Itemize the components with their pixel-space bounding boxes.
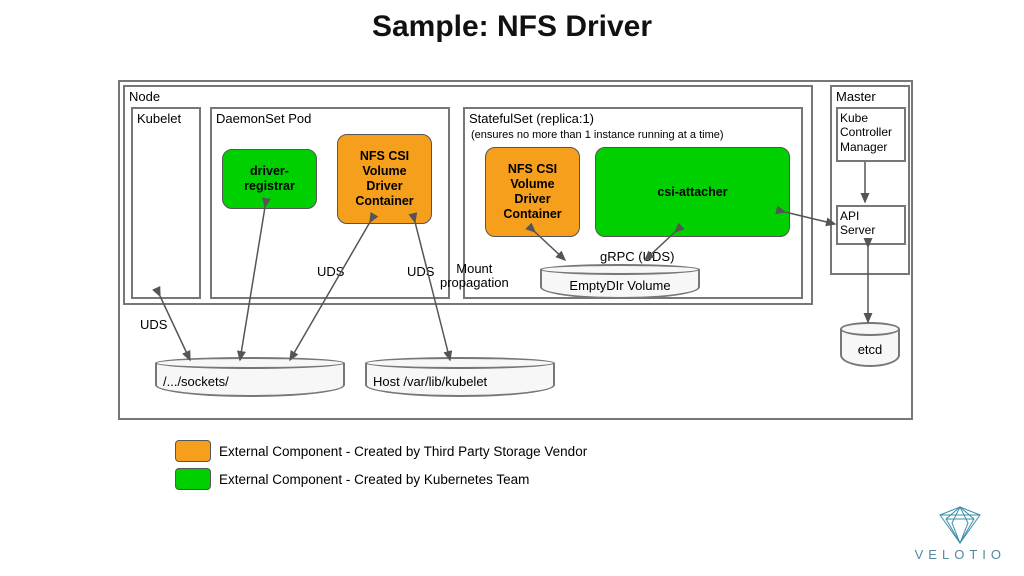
legend-row-green: External Component - Created by Kubernet…	[175, 468, 587, 490]
master-box: Master Kube Controller Manager API Serve…	[830, 85, 910, 275]
legend-swatch-green	[175, 468, 211, 490]
host-kubelet-cylinder: Host /var/lib/kubelet	[365, 357, 555, 397]
legend-text-orange: External Component - Created by Third Pa…	[219, 444, 587, 459]
uds-label-3: UDS	[407, 264, 434, 279]
sockets-label: /.../sockets/	[155, 374, 345, 389]
uds-label-2: UDS	[317, 264, 344, 279]
api-server: API Server	[836, 205, 906, 245]
host-kubelet-label: Host /var/lib/kubelet	[365, 374, 555, 389]
statefulset-label: StatefulSet (replica:1)	[469, 111, 594, 126]
brand-logo: VELOTIO	[915, 505, 1006, 562]
daemonset-box: DaemonSet Pod driver- registrar NFS CSI …	[210, 107, 450, 299]
daemonset-label: DaemonSet Pod	[216, 111, 311, 126]
csi-attacher-chip: csi-attacher	[595, 147, 790, 237]
legend-text-green: External Component - Created by Kubernet…	[219, 472, 529, 487]
master-label: Master	[836, 89, 876, 104]
statefulset-note: (ensures no more than 1 instance running…	[471, 129, 724, 141]
kubelet-box: Kubelet	[131, 107, 201, 299]
grpc-label: gRPC (UDS)	[600, 249, 674, 264]
nfs-csi-statefulset-chip: NFS CSI Volume Driver Container	[485, 147, 580, 237]
legend-swatch-orange	[175, 440, 211, 462]
page-title: Sample: NFS Driver	[0, 10, 1024, 44]
kubelet-label: Kubelet	[137, 111, 181, 126]
diagram-outer: Master Kube Controller Manager API Serve…	[118, 80, 913, 420]
emptydir-label: EmptyDIr Volume	[540, 278, 700, 293]
legend-row-orange: External Component - Created by Third Pa…	[175, 440, 587, 462]
sockets-cylinder: /.../sockets/	[155, 357, 345, 397]
statefulset-box: StatefulSet (replica:1) (ensures no more…	[463, 107, 803, 299]
brand-text: VELOTIO	[915, 547, 1006, 562]
legend: External Component - Created by Third Pa…	[175, 440, 587, 496]
uds-label-1: UDS	[140, 317, 167, 332]
etcd-cylinder: etcd	[840, 322, 900, 367]
driver-registrar-chip: driver- registrar	[222, 149, 317, 209]
mount-propagation-label: Mount propagation	[440, 262, 509, 291]
emptydir-cylinder: EmptyDIr Volume	[540, 264, 700, 299]
kube-controller-manager: Kube Controller Manager	[836, 107, 906, 162]
etcd-label: etcd	[840, 342, 900, 357]
nfs-csi-daemonset-chip: NFS CSI Volume Driver Container	[337, 134, 432, 224]
node-label: Node	[129, 89, 160, 104]
